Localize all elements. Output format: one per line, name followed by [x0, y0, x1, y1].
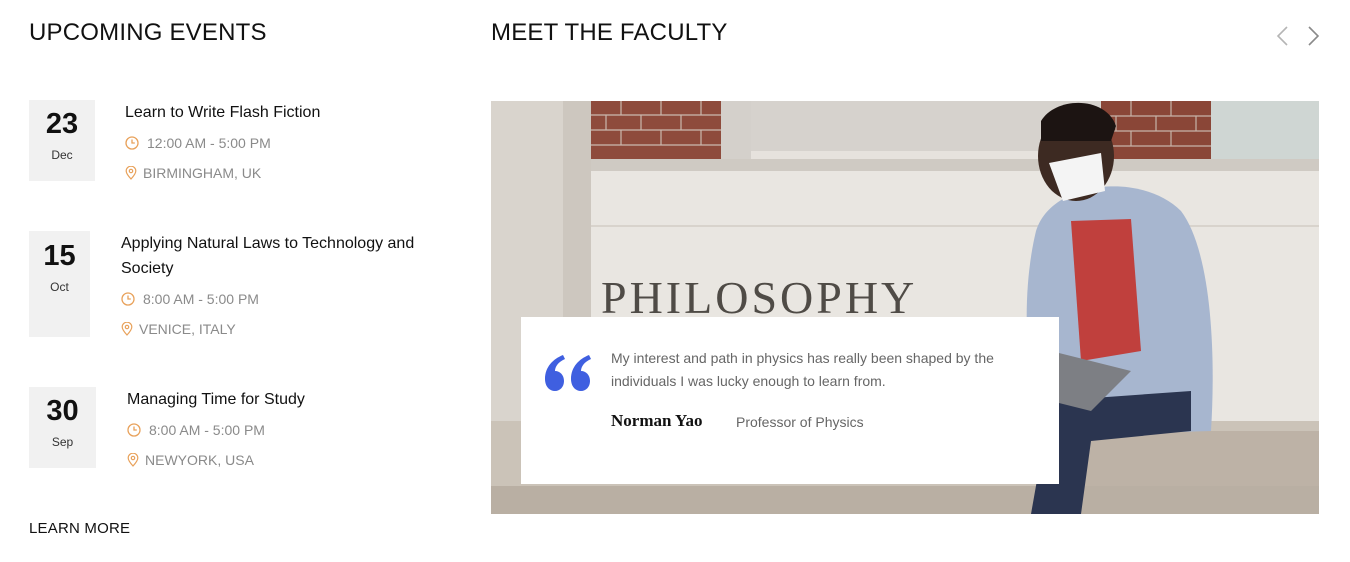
event-location: BIRMINGHAM, UK	[125, 160, 320, 185]
events-section-title: UPCOMING EVENTS	[29, 19, 267, 46]
event-day: 23	[45, 108, 79, 140]
map-pin-icon	[125, 165, 137, 180]
event-title-link[interactable]: Managing Time for Study	[127, 387, 305, 412]
faculty-section-title: MEET THE FACULTY	[491, 19, 728, 46]
chevron-right-icon	[1308, 26, 1320, 46]
event-month: Dec	[51, 148, 73, 162]
clock-icon	[127, 422, 141, 437]
quote-icon	[545, 355, 591, 391]
event-item: 23 Dec Learn to Write Flash Fiction 12:0…	[29, 100, 449, 181]
event-time-text: 12:00 AM - 5:00 PM	[147, 134, 271, 151]
event-item: 15 Oct Applying Natural Laws to Technolo…	[29, 231, 459, 337]
event-date-box: 30 Sep	[29, 387, 96, 468]
event-title-link[interactable]: Applying Natural Laws to Technology and …	[121, 231, 461, 281]
map-pin-icon	[127, 452, 139, 467]
event-time: 12:00 AM - 5:00 PM	[125, 130, 320, 155]
event-day: 30	[46, 395, 79, 427]
testimonial-quote: My interest and path in physics has real…	[611, 350, 994, 389]
event-time: 8:00 AM - 5:00 PM	[121, 286, 461, 311]
event-body: Learn to Write Flash Fiction 12:00 AM - …	[125, 100, 320, 185]
learn-more-link[interactable]: LEARN MORE	[29, 520, 130, 537]
event-time-text: 8:00 AM - 5:00 PM	[149, 421, 265, 438]
event-item: 30 Sep Managing Time for Study 8:00 AM -…	[29, 387, 449, 468]
testimonial-role: Professor of Physics	[736, 414, 864, 430]
clock-icon	[125, 135, 139, 150]
photo-sign-text: PHILOSOPHY	[601, 272, 917, 323]
event-location-text: NEWYORK, USA	[145, 451, 254, 468]
event-time: 8:00 AM - 5:00 PM	[127, 417, 305, 442]
event-body: Applying Natural Laws to Technology and …	[121, 231, 461, 341]
testimonial-author: Norman Yao	[611, 411, 703, 430]
event-location: VENICE, ITALY	[121, 316, 461, 341]
event-title-link[interactable]: Learn to Write Flash Fiction	[125, 100, 320, 125]
carousel-next-button[interactable]	[1304, 24, 1322, 48]
map-pin-icon	[121, 321, 133, 336]
event-day: 15	[43, 240, 76, 272]
event-month: Oct	[50, 280, 69, 294]
event-body: Managing Time for Study 8:00 AM - 5:00 P…	[127, 387, 305, 472]
event-location-text: BIRMINGHAM, UK	[143, 164, 262, 181]
event-month: Sep	[51, 435, 74, 449]
carousel-prev-button[interactable]	[1274, 24, 1292, 48]
event-time-text: 8:00 AM - 5:00 PM	[143, 290, 259, 307]
event-date-box: 15 Oct	[29, 231, 90, 337]
clock-icon	[121, 291, 135, 306]
event-location-text: VENICE, ITALY	[139, 320, 236, 337]
chevron-left-icon	[1276, 26, 1288, 46]
event-date-box: 23 Dec	[29, 100, 95, 181]
event-location: NEWYORK, USA	[127, 447, 305, 472]
testimonial-card: My interest and path in physics has real…	[521, 317, 1059, 484]
